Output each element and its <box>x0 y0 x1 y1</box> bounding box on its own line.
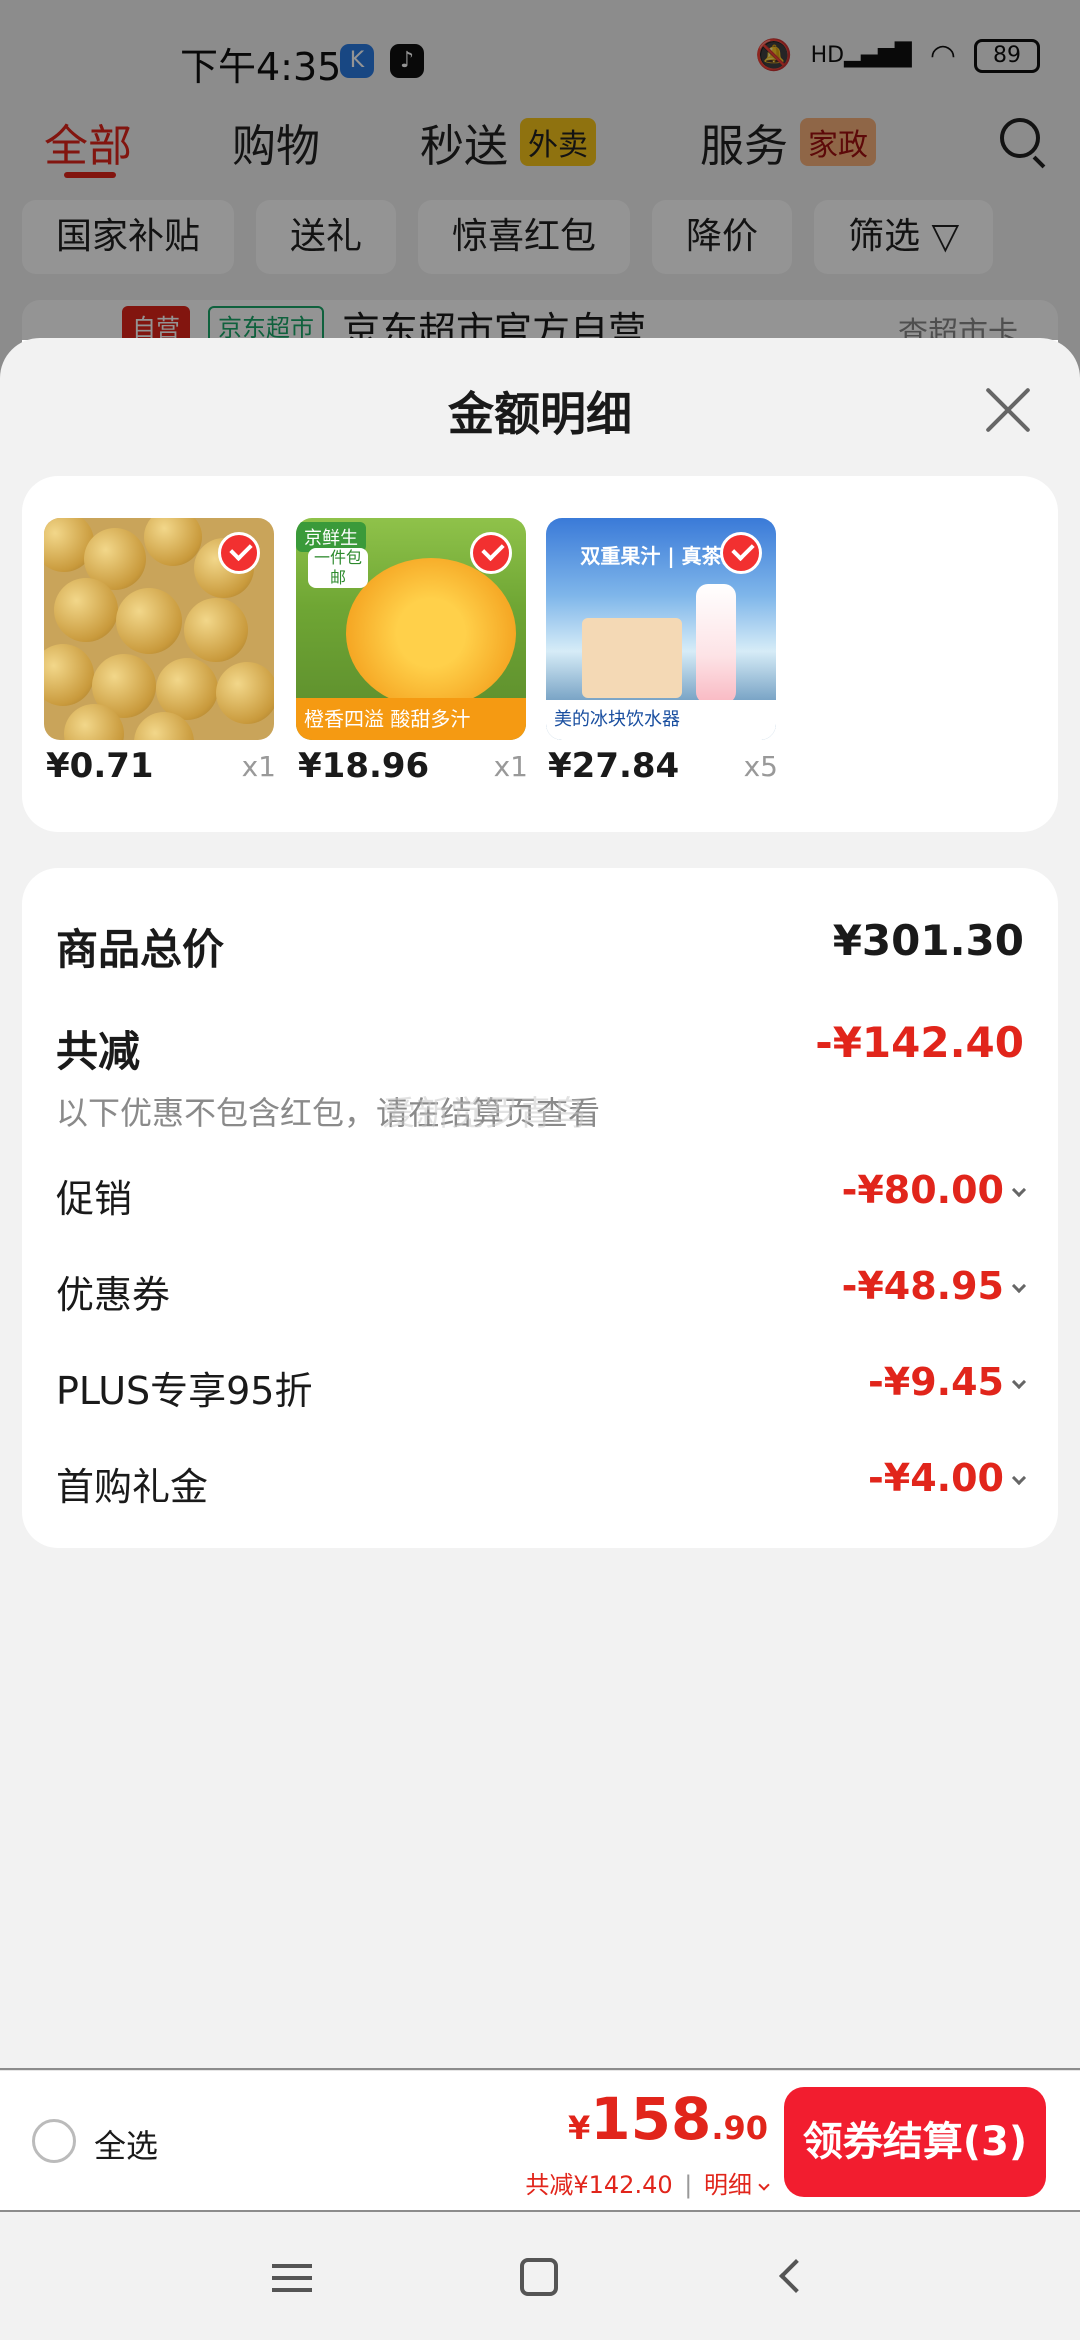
product-item[interactable]: 京鲜生 一件包邮 橙香四溢 酸甜多汁 ¥18.96 x1 <box>296 518 528 790</box>
product-price: ¥0.71 <box>46 746 154 786</box>
coupon-value: -¥48.95 <box>841 1264 1004 1308</box>
coupon-label: 优惠券 <box>56 1273 171 1317</box>
amount-detail-sheet: 金额明细 ¥0.71 x1 京鲜生 一件包邮 橙香四溢 酸甜多汁 ¥18.96 … <box>0 338 1080 2068</box>
saved-amount: 共减¥142.40 <box>525 2171 673 2199</box>
product-image-banner: 橙香四溢 酸甜多汁 <box>296 698 526 740</box>
chevron-down-icon <box>1011 1182 1027 1198</box>
first-purchase-label: 首购礼金 <box>56 1465 209 1509</box>
plus-label: PLUS专享95折 <box>56 1369 313 1413</box>
chevron-down-icon <box>1011 1278 1027 1294</box>
product-item[interactable]: 双重果汁 | 真茶汤 美的冰块饮水器 ¥27.84 x5 <box>546 518 778 790</box>
product-qty: x5 <box>743 750 778 783</box>
home-icon[interactable] <box>520 2258 558 2296</box>
selected-check-icon[interactable] <box>470 532 512 574</box>
detail-label: 明细 <box>704 2171 752 2199</box>
select-all-label[interactable]: 全选 <box>94 2121 158 2167</box>
product-qty: x1 <box>493 750 528 783</box>
product-image <box>44 518 274 740</box>
total-price-int: 158 <box>590 2085 712 2153</box>
promo-label: 促销 <box>56 1177 133 1221</box>
chevron-down-icon <box>758 2179 770 2191</box>
chevron-down-icon <box>1011 1374 1027 1390</box>
plus-value: -¥9.45 <box>868 1360 1004 1404</box>
currency-symbol: ¥ <box>567 2109 591 2147</box>
dim-overlay[interactable] <box>0 0 1080 340</box>
summary-card: 商品总价 ¥301.30 共减 -¥142.40 以下优惠不包含红包，请在结算页… <box>22 868 1058 1548</box>
first-purchase-value: -¥4.00 <box>868 1456 1004 1500</box>
product-price: ¥27.84 <box>548 746 680 786</box>
back-icon[interactable] <box>779 2259 813 2293</box>
product-image: 双重果汁 | 真茶汤 美的冰块饮水器 <box>546 518 776 740</box>
product-image-banner: 美的冰块饮水器 <box>546 700 776 740</box>
select-all-checkbox[interactable] <box>32 2119 76 2163</box>
selected-check-icon[interactable] <box>720 532 762 574</box>
product-item[interactable]: ¥0.71 x1 <box>44 518 276 790</box>
discount-value: -¥142.40 <box>815 1018 1024 1067</box>
sheet-title: 金额明细 <box>448 387 632 441</box>
selected-check-icon[interactable] <box>218 532 260 574</box>
total-label: 商品总价 <box>56 925 225 974</box>
total-price: ¥158.90 <box>568 2085 768 2153</box>
close-icon[interactable] <box>984 386 1032 434</box>
total-price-dec: .90 <box>711 2109 768 2147</box>
watermark: 爱新觉罗青鸟 <box>382 1094 586 1134</box>
products-card: ¥0.71 x1 京鲜生 一件包邮 橙香四溢 酸甜多汁 ¥18.96 x1 双重… <box>22 476 1058 832</box>
total-value: ¥301.30 <box>832 916 1024 965</box>
chevron-down-icon <box>1011 1470 1027 1486</box>
discount-label: 共减 <box>56 1027 141 1076</box>
checkout-bar: 全选 ¥158.90 共减¥142.40 | 明细 领券结算(3) <box>0 2070 1080 2210</box>
product-price: ¥18.96 <box>298 746 430 786</box>
product-image-leaf: 一件包邮 <box>308 548 368 588</box>
system-nav-bar <box>0 2212 1080 2340</box>
product-image: 京鲜生 一件包邮 橙香四溢 酸甜多汁 <box>296 518 526 740</box>
product-qty: x1 <box>241 750 276 783</box>
menu-icon[interactable] <box>272 2264 312 2292</box>
promo-value: -¥80.00 <box>841 1168 1004 1212</box>
checkout-button[interactable]: 领券结算(3) <box>784 2087 1046 2197</box>
saved-detail-link[interactable]: 共减¥142.40 | 明细 <box>525 2165 770 2200</box>
